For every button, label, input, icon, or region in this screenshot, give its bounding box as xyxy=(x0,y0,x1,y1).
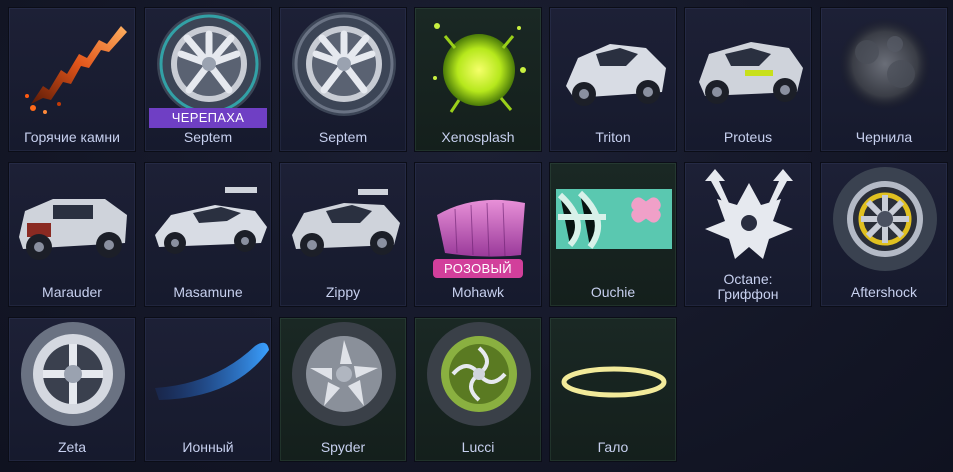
item-name: Zippy xyxy=(325,284,361,300)
crest-decal-icon xyxy=(705,169,793,259)
inventory-item-ouchie[interactable]: Ouchie xyxy=(549,162,677,307)
inventory-item-septem[interactable]: Septem xyxy=(279,7,407,152)
inventory-item-spyder[interactable]: Spyder xyxy=(279,317,407,462)
inventory-item-masamune[interactable]: Masamune xyxy=(144,162,272,307)
car-body-icon xyxy=(19,199,127,260)
item-name: Masamune xyxy=(173,284,243,300)
item-name-line1: Octane: xyxy=(723,271,773,287)
item-name: Zeta xyxy=(57,439,86,455)
inventory-item-zeta[interactable]: Zeta xyxy=(8,317,136,462)
inventory-item-ink[interactable]: Чернила xyxy=(820,7,948,152)
inventory-item-xenosplash[interactable]: Xenosplash xyxy=(414,7,542,152)
ink-boost-icon xyxy=(839,18,931,110)
item-name: Septem xyxy=(318,129,368,145)
wheel-icon xyxy=(833,167,937,271)
inventory-item-zippy[interactable]: Zippy xyxy=(279,162,407,307)
bandage-decal-icon xyxy=(556,189,672,249)
item-name: Proteus xyxy=(723,129,773,145)
item-name-line2: Гриффон xyxy=(717,286,779,302)
inventory-item-octane-griffon[interactable]: Octane: Гриффон xyxy=(684,162,812,307)
inventory-item-ion[interactable]: Ионный xyxy=(144,317,272,462)
inventory-item-aftershock[interactable]: Aftershock xyxy=(820,162,948,307)
inventory-grid: Горячие камни ЧЕРЕПАХА Septem Septem Xen… xyxy=(0,0,953,472)
item-name: Горячие камни xyxy=(24,129,120,145)
inventory-item-mohawk[interactable]: РОЗОВЫЙ Mohawk xyxy=(414,162,542,307)
inventory-item-marauder[interactable]: Marauder xyxy=(8,162,136,307)
goal-explosion-icon xyxy=(433,23,526,113)
inventory-item-lucci[interactable]: Lucci xyxy=(414,317,542,462)
item-name: Octane: Гриффон xyxy=(685,272,811,302)
item-name: Spyder xyxy=(320,439,366,455)
hot-rocks-trail-icon xyxy=(25,26,127,114)
car-body-icon xyxy=(292,189,400,257)
inventory-item-septem-painted[interactable]: ЧЕРЕПАХА Septem xyxy=(144,7,272,152)
item-name: Lucci xyxy=(461,439,495,455)
item-name: Marauder xyxy=(42,284,102,300)
wheel-icon xyxy=(292,12,396,116)
wheel-icon xyxy=(292,322,396,426)
item-name: Mohawk xyxy=(451,284,505,300)
halo-topper-icon xyxy=(561,366,667,398)
inventory-item-triton[interactable]: Triton xyxy=(549,7,677,152)
car-body-icon xyxy=(155,187,267,254)
inventory-item-halo[interactable]: Гало xyxy=(549,317,677,462)
car-body-icon xyxy=(699,42,803,104)
inventory-item-hot-rocks[interactable]: Горячие камни xyxy=(8,7,136,152)
item-name: Triton xyxy=(595,129,631,145)
paint-badge: РОЗОВЫЙ xyxy=(433,259,523,278)
wheel-icon xyxy=(427,322,531,426)
ion-trail-icon xyxy=(155,342,269,400)
inventory-item-proteus[interactable]: Proteus xyxy=(684,7,812,152)
item-name: Aftershock xyxy=(850,284,918,300)
item-name: Чернила xyxy=(855,129,913,145)
wheel-icon xyxy=(21,322,125,426)
item-name: Ионный xyxy=(182,439,234,455)
item-name: Xenosplash xyxy=(441,129,515,145)
paint-badge: ЧЕРЕПАХА xyxy=(149,108,267,128)
car-body-icon xyxy=(566,44,666,106)
item-name: Гало xyxy=(597,439,629,455)
item-name: Septem xyxy=(183,129,233,145)
item-name: Ouchie xyxy=(590,284,636,300)
